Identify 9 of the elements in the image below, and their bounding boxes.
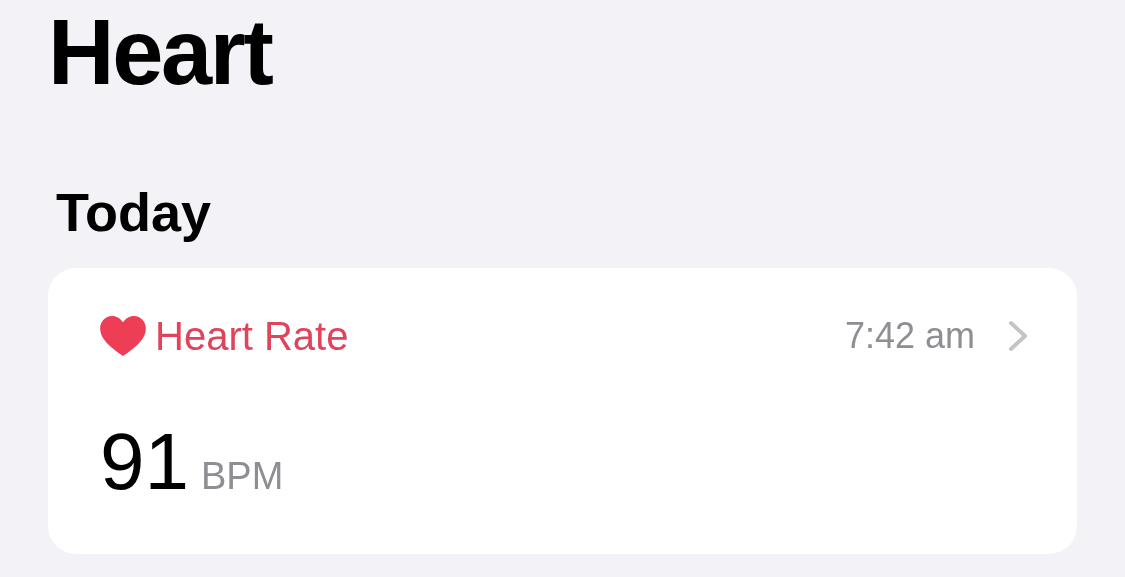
heart-icon <box>100 316 146 356</box>
heart-rate-value: 91 <box>100 422 189 502</box>
metric-label: Heart Rate <box>155 313 349 360</box>
unit-label: BPM <box>201 454 284 499</box>
section-title: Today <box>56 182 211 242</box>
timestamp: 7:42 am <box>844 314 975 358</box>
page-title: Heart <box>48 1 272 103</box>
heart-rate-card[interactable]: Heart Rate 7:42 am 91 BPM <box>48 268 1077 554</box>
chevron-icon <box>1007 319 1029 353</box>
